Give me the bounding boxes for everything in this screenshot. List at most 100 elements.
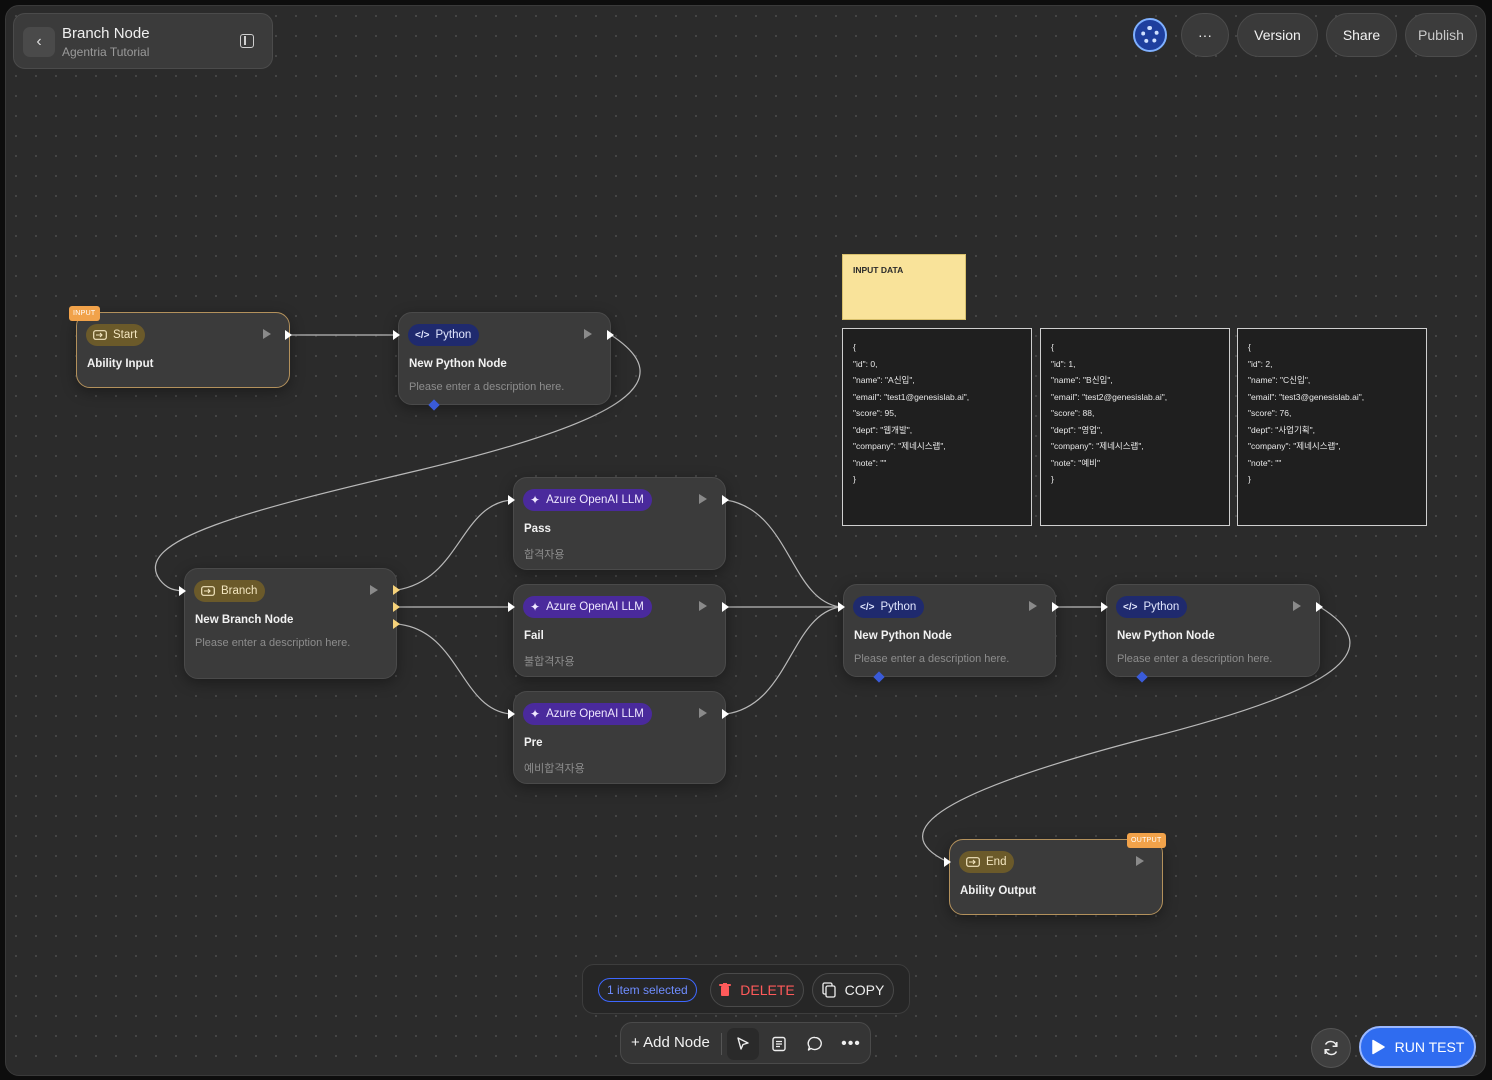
node-start[interactable]: Start Ability Input	[76, 312, 290, 388]
node-llm-pass[interactable]: ✦ Azure OpenAI LLM Pass 합격자용	[513, 477, 726, 570]
version-button[interactable]: Version	[1237, 13, 1318, 57]
share-button[interactable]: Share	[1326, 13, 1397, 57]
node-title: New Python Node	[409, 358, 507, 370]
node-title: Pass	[524, 523, 551, 535]
node-type-tag: </> Python	[1116, 596, 1188, 618]
output-port-pre[interactable]	[393, 619, 400, 629]
delete-button[interactable]: DELETE	[710, 973, 804, 1007]
run-node-icon[interactable]	[263, 329, 271, 339]
run-node-icon[interactable]	[699, 494, 707, 504]
input-port[interactable]	[508, 709, 515, 719]
sparkle-icon: ✦	[530, 493, 541, 507]
add-node-button[interactable]: + Add Node	[631, 1034, 710, 1051]
node-description: Please enter a description here.	[409, 381, 565, 393]
json-line: "company": "제네시스랩",	[1051, 441, 1144, 451]
output-port[interactable]	[722, 709, 729, 719]
exit-icon	[966, 857, 980, 867]
toolbar-divider	[721, 1033, 722, 1055]
node-title: Ability Output	[960, 885, 1037, 897]
run-node-icon[interactable]	[1293, 601, 1301, 611]
node-tag-label: Python	[435, 329, 472, 341]
user-avatar[interactable]	[1133, 18, 1167, 52]
output-port[interactable]	[285, 330, 292, 340]
json-line: "email": "test3@genesislab.ai",	[1248, 391, 1365, 402]
json-line: }	[1051, 474, 1054, 484]
node-python-2[interactable]: </> Python New Python Node Please enter …	[843, 584, 1056, 677]
json-line: {	[1248, 342, 1251, 352]
node-llm-fail[interactable]: ✦ Azure OpenAI LLM Fail 불합격자용	[513, 584, 726, 677]
node-description: 불합격자용	[524, 656, 575, 668]
branch-icon	[201, 586, 215, 596]
comment-tool-button[interactable]	[799, 1028, 831, 1060]
json-line: "note": ""	[853, 457, 887, 468]
node-type-tag: Start	[86, 324, 146, 346]
output-port-fail[interactable]	[393, 602, 400, 612]
pointer-tool-button[interactable]	[727, 1028, 759, 1060]
workflow-canvas[interactable]	[5, 5, 1486, 1076]
output-port[interactable]	[722, 602, 729, 612]
node-description: Please enter a description here.	[854, 653, 1010, 665]
json-line: "email": "test2@genesislab.ai",	[1051, 391, 1168, 402]
node-tag-label: Python	[1143, 601, 1180, 613]
reset-button[interactable]	[1311, 1028, 1351, 1068]
note-tool-button[interactable]	[763, 1028, 795, 1060]
input-port[interactable]	[393, 330, 400, 340]
node-tag-label: Azure OpenAI LLM	[546, 494, 644, 506]
chevron-left-icon: ‹	[36, 33, 42, 50]
output-port[interactable]	[1052, 602, 1059, 612]
more-button[interactable]: ···	[1181, 13, 1229, 57]
node-llm-pre[interactable]: ✦ Azure OpenAI LLM Pre 예비합격자용	[513, 691, 726, 784]
json-note-1[interactable]: { "id": 1, "name": "B신입", "email": "test…	[1040, 328, 1230, 526]
sticky-note-input-data[interactable]: INPUT DATA	[842, 254, 966, 320]
node-title: New Python Node	[854, 630, 952, 642]
publish-button[interactable]: Publish	[1405, 13, 1477, 57]
input-port[interactable]	[838, 602, 845, 612]
sidebar-toggle-icon[interactable]	[240, 34, 254, 48]
json-line: "name": "B신입",	[1051, 375, 1113, 385]
input-port[interactable]	[1101, 602, 1108, 612]
run-node-icon[interactable]	[699, 601, 707, 611]
json-line: "company": "제네시스랩",	[1248, 441, 1341, 451]
json-line: "name": "A신입",	[853, 375, 915, 385]
back-button[interactable]: ‹	[23, 27, 55, 57]
node-title: Pre	[524, 737, 543, 749]
json-line: "dept": "영업",	[1051, 424, 1103, 435]
json-line: {	[1051, 342, 1054, 352]
json-note-2[interactable]: { "id": 2, "name": "C신입", "email": "test…	[1237, 328, 1427, 526]
run-node-icon[interactable]	[1136, 856, 1144, 866]
sparkle-icon: ✦	[530, 707, 541, 721]
json-line: "dept": "웹개발",	[853, 424, 913, 435]
node-python-3[interactable]: </> Python New Python Node Please enter …	[1106, 584, 1320, 677]
input-port[interactable]	[508, 495, 515, 505]
input-port[interactable]	[944, 857, 951, 867]
run-node-icon[interactable]	[1029, 601, 1037, 611]
node-python-1[interactable]: </> Python New Python Node Please enter …	[398, 312, 611, 405]
output-port[interactable]	[722, 495, 729, 505]
run-node-icon[interactable]	[584, 329, 592, 339]
node-description: Please enter a description here.	[195, 637, 351, 649]
more-tools-icon[interactable]: •••	[835, 1028, 867, 1060]
copy-icon	[822, 982, 836, 998]
input-port[interactable]	[508, 602, 515, 612]
node-type-tag: ✦ Azure OpenAI LLM	[523, 703, 652, 725]
output-port[interactable]	[1316, 602, 1323, 612]
node-title: Fail	[524, 630, 544, 642]
node-type-tag: </> Python	[853, 596, 925, 618]
json-line: "company": "제네시스랩",	[853, 441, 946, 451]
input-port[interactable]	[179, 586, 186, 596]
node-branch[interactable]: Branch New Branch Node Please enter a de…	[184, 568, 397, 679]
output-port[interactable]	[607, 330, 614, 340]
json-line: {	[853, 342, 856, 352]
node-description: Please enter a description here.	[1117, 653, 1273, 665]
copy-button[interactable]: COPY	[812, 973, 894, 1007]
run-test-button[interactable]: RUN TEST	[1359, 1026, 1476, 1068]
entry-icon	[93, 330, 107, 340]
node-type-tag: </> Python	[408, 324, 480, 346]
output-port-pass[interactable]	[393, 585, 400, 595]
node-end[interactable]: End Ability Output	[949, 839, 1163, 915]
json-note-0[interactable]: { "id": 0, "name": "A신입", "email": "test…	[842, 328, 1032, 526]
run-node-icon[interactable]	[370, 585, 378, 595]
run-node-icon[interactable]	[699, 708, 707, 718]
node-title: New Python Node	[1117, 630, 1215, 642]
json-line: }	[853, 474, 856, 484]
